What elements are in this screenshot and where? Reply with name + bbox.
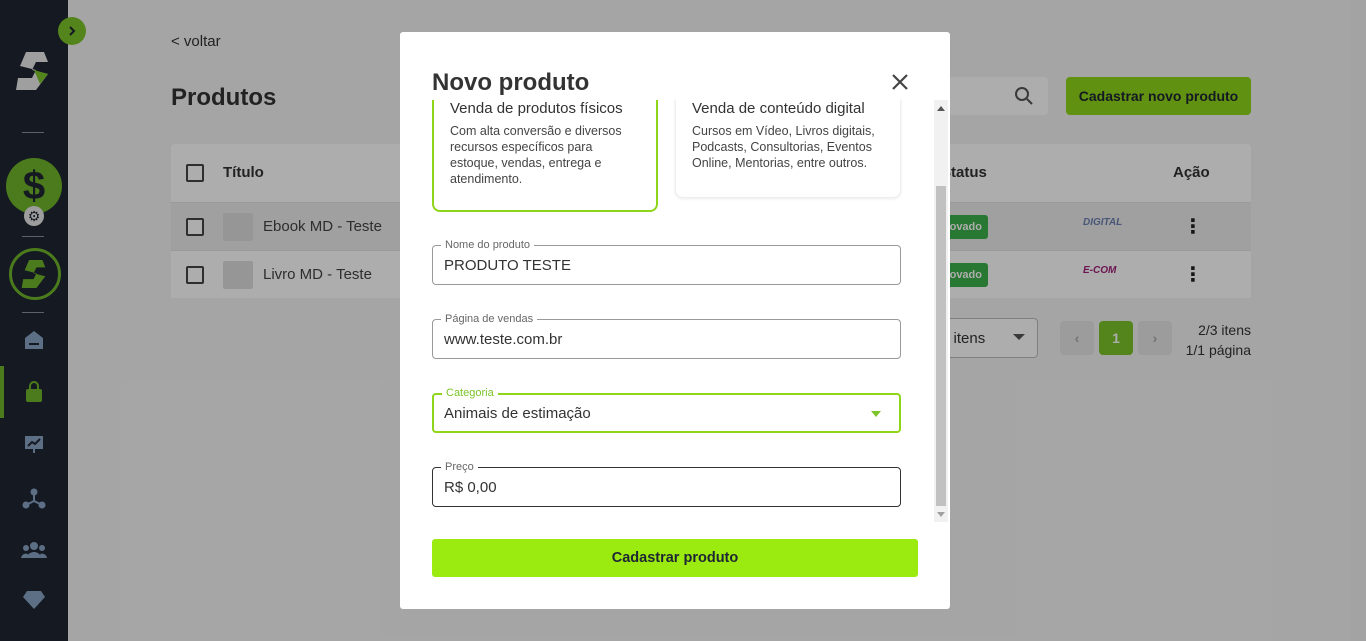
field-value: R$ 0,00 — [444, 479, 497, 496]
sales-page-field[interactable]: Página de vendas www.teste.com.br — [432, 312, 901, 359]
field-label: Categoria — [442, 386, 498, 400]
submit-product-button[interactable]: Cadastrar produto — [432, 539, 918, 577]
card-description: Com alta conversão e diversos recursos e… — [450, 124, 622, 186]
field-label: Nome do produto — [441, 238, 534, 252]
new-product-modal: Novo produto Venda de produtos físicos C… — [400, 32, 950, 609]
field-label: Página de vendas — [441, 312, 538, 326]
chevron-down-icon — [871, 411, 881, 417]
card-title: Venda de conteúdo digital — [692, 100, 865, 117]
physical-products-card[interactable]: Venda de produtos físicos Com alta conve… — [432, 100, 658, 212]
scroll-down-icon[interactable] — [937, 512, 945, 517]
digital-content-card[interactable]: Venda de conteúdo digital Cursos em Víde… — [675, 100, 901, 198]
card-title: Venda de produtos físicos — [450, 100, 623, 117]
scrollbar-thumb[interactable] — [936, 186, 946, 506]
scroll-up-icon[interactable] — [937, 106, 945, 111]
close-icon[interactable] — [888, 70, 912, 94]
field-label: Preço — [441, 460, 478, 474]
field-value: Animais de estimação — [444, 405, 591, 422]
card-description: Cursos em Vídeo, Livros digitais, Podcas… — [692, 124, 875, 170]
product-name-field[interactable]: Nome do produto PRODUTO TESTE — [432, 238, 901, 285]
modal-title: Novo produto — [432, 69, 590, 96]
modal-scroll-area[interactable]: Venda de produtos físicos Com alta conve… — [400, 100, 950, 520]
field-value: www.teste.com.br — [444, 331, 563, 348]
field-value: PRODUTO TESTE — [444, 257, 571, 274]
price-field[interactable]: Preço R$ 0,00 — [432, 460, 901, 507]
category-select[interactable]: Categoria Animais de estimação — [432, 386, 901, 433]
modal-scrollbar[interactable] — [934, 100, 948, 522]
